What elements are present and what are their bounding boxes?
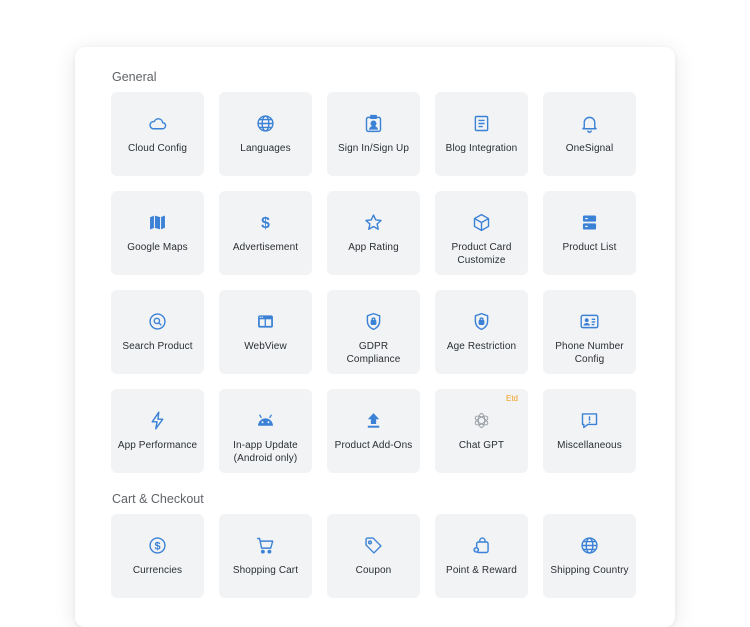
svg-text:$: $ xyxy=(154,540,160,552)
tile-label: In-app Update (Android only) xyxy=(233,440,298,464)
tile-app-rating[interactable]: App Rating xyxy=(327,191,420,275)
tile-shipping-country[interactable]: Shipping Country xyxy=(543,514,636,598)
tile-label: Shopping Cart xyxy=(232,565,299,576)
bell-icon xyxy=(579,112,600,134)
tile-label: Miscellaneous xyxy=(557,440,622,451)
tile-label: Blog Integration xyxy=(445,143,518,154)
document-icon xyxy=(471,112,492,134)
map-icon xyxy=(147,211,168,233)
tile-label: Product Add-Ons xyxy=(334,440,413,451)
tile-blog-integration[interactable]: Blog Integration xyxy=(435,92,528,176)
tile-label: Phone Number Config xyxy=(555,341,624,365)
tile-label: App Performance xyxy=(117,440,198,451)
tile-label: Search Product xyxy=(122,341,193,352)
tile-advertisement[interactable]: $ Advertisement xyxy=(219,191,312,275)
cart-icon xyxy=(255,534,276,556)
gift-bag-icon xyxy=(471,534,492,556)
tile-label: Chat GPT xyxy=(458,440,505,451)
star-icon xyxy=(363,211,384,233)
lightning-icon xyxy=(147,409,168,431)
tile-product-add-ons[interactable]: Product Add-Ons xyxy=(327,389,420,473)
tile-label: Age Restriction xyxy=(446,341,517,352)
tile-age-restriction[interactable]: Age Restriction xyxy=(435,290,528,374)
dollar-icon: $ xyxy=(255,211,276,233)
tile-coupon[interactable]: Coupon xyxy=(327,514,420,598)
tile-in-app-update-android-only[interactable]: In-app Update (Android only) xyxy=(219,389,312,473)
globe-icon xyxy=(579,534,600,556)
tile-label: Product List xyxy=(562,242,617,253)
tile-app-performance[interactable]: App Performance xyxy=(111,389,204,473)
tile-product-list[interactable]: Product List xyxy=(543,191,636,275)
cart-checkout-grid: $ Currencies Shopping Cart Coupon Point & Re… xyxy=(111,514,636,598)
tile-label: WebView xyxy=(244,341,287,352)
tile-label: Google Maps xyxy=(127,242,188,253)
contact-card-icon xyxy=(579,310,600,332)
tile-label: GDPR Compliance xyxy=(346,341,401,365)
tile-label: Advertisement xyxy=(232,242,299,253)
tile-point-reward[interactable]: Point & Reward xyxy=(435,514,528,598)
tile-label: Product Card Customize xyxy=(451,242,512,266)
tile-miscellaneous[interactable]: Miscellaneous xyxy=(543,389,636,473)
tile-label: Point & Reward xyxy=(446,565,517,576)
tile-webview[interactable]: WebView xyxy=(219,290,312,374)
browser-window-icon xyxy=(255,310,276,332)
tile-gdpr-compliance[interactable]: GDPR Compliance xyxy=(327,290,420,374)
tile-sign-in-sign-up[interactable]: Sign In/Sign Up xyxy=(327,92,420,176)
upload-arrow-icon xyxy=(363,409,384,431)
cloud-icon xyxy=(147,112,168,134)
tile-label: Languages xyxy=(240,143,291,154)
tile-cloud-config[interactable]: Cloud Config xyxy=(111,92,204,176)
section-title-general: General xyxy=(112,70,157,84)
tile-label: Cloud Config xyxy=(127,143,187,154)
tile-onesignal[interactable]: OneSignal xyxy=(543,92,636,176)
tile-label: OneSignal xyxy=(565,143,614,154)
tile-label: Shipping Country xyxy=(550,565,629,576)
globe-icon xyxy=(255,112,276,134)
tile-languages[interactable]: Languages xyxy=(219,92,312,176)
shield-lock-icon xyxy=(471,310,492,332)
status-badge: Etd xyxy=(505,394,518,403)
tile-product-card-customize[interactable]: Product Card Customize xyxy=(435,191,528,275)
tile-label: Sign In/Sign Up xyxy=(338,143,409,154)
section-title-cart-checkout: Cart & Checkout xyxy=(112,492,204,506)
tile-shopping-cart[interactable]: Shopping Cart xyxy=(219,514,312,598)
android-icon xyxy=(255,409,276,431)
tile-search-product[interactable]: Search Product xyxy=(111,290,204,374)
user-badge-icon xyxy=(363,112,384,134)
openai-icon xyxy=(471,409,492,431)
dollar-circle-icon: $ xyxy=(147,534,168,556)
tile-label: App Rating xyxy=(348,242,399,253)
tag-icon xyxy=(363,534,384,556)
general-grid: Cloud Config Languages Sign In/Sign Up Blog… xyxy=(111,92,636,473)
cube-icon xyxy=(471,211,492,233)
search-icon xyxy=(147,310,168,332)
tile-chat-gpt[interactable]: Chat GPT Etd xyxy=(435,389,528,473)
alert-chat-icon xyxy=(579,409,600,431)
tile-phone-number-config[interactable]: Phone Number Config xyxy=(543,290,636,374)
shield-lock-icon xyxy=(363,310,384,332)
list-icon xyxy=(579,211,600,233)
tile-label: Coupon xyxy=(355,565,392,576)
tile-currencies[interactable]: $ Currencies xyxy=(111,514,204,598)
svg-text:$: $ xyxy=(261,215,270,232)
tile-label: Currencies xyxy=(132,565,183,576)
tile-google-maps[interactable]: Google Maps xyxy=(111,191,204,275)
